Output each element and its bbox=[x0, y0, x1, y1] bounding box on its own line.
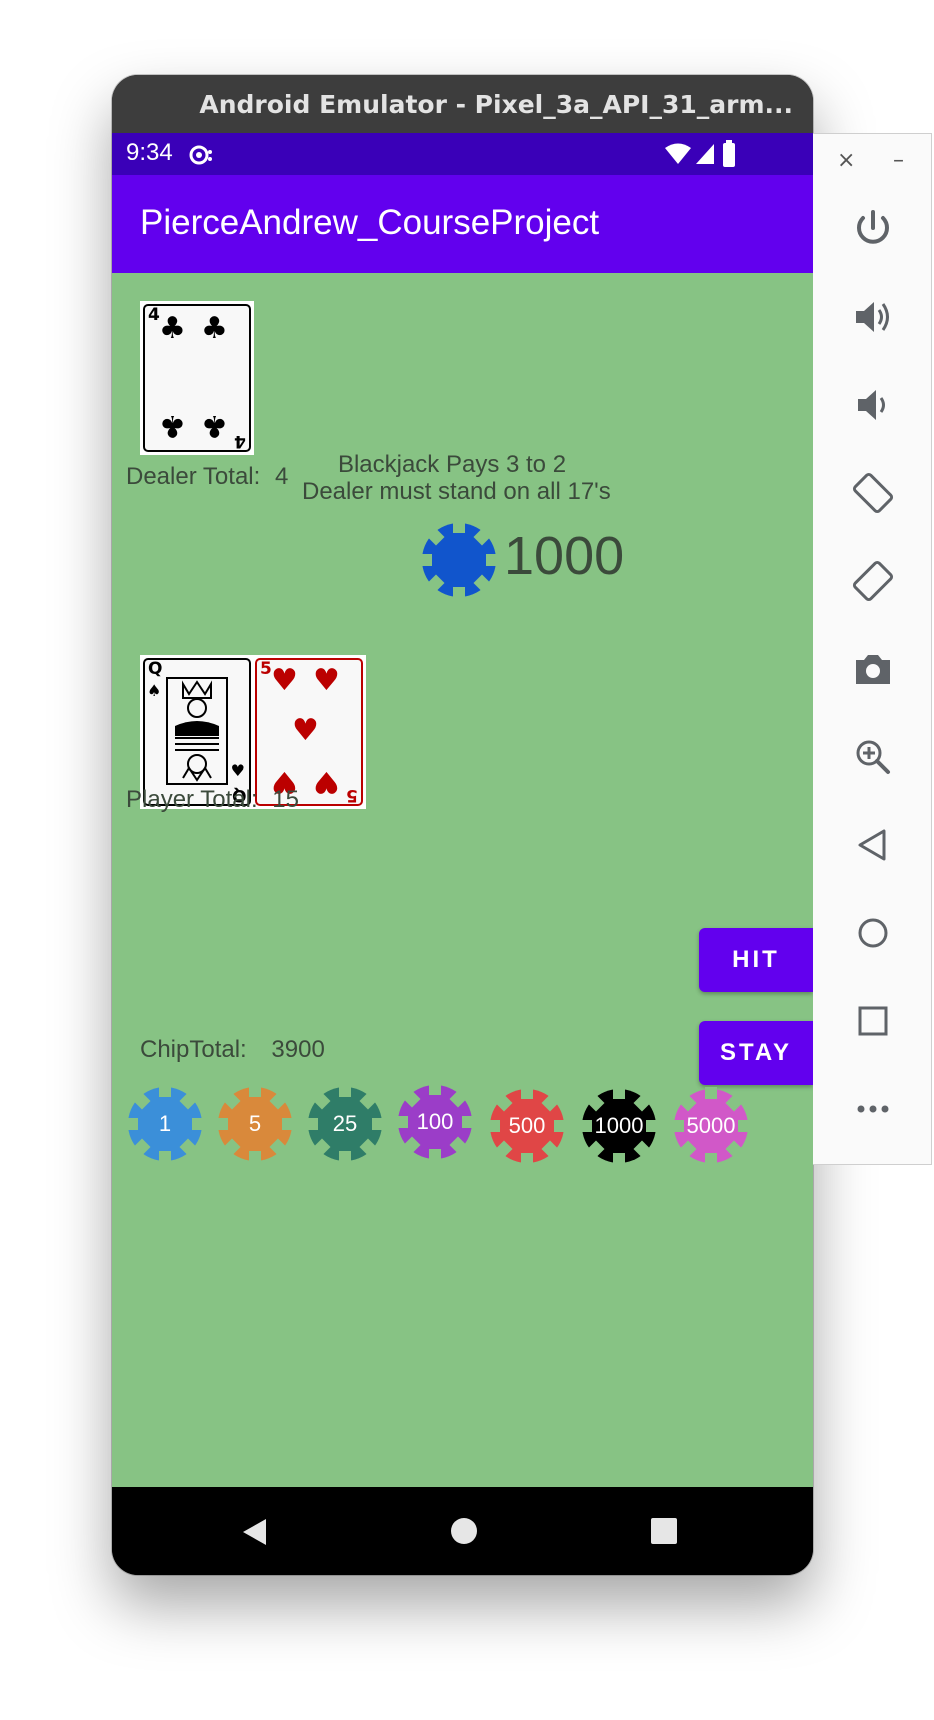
chip-25-button[interactable]: 25 bbox=[306, 1085, 384, 1163]
cellular-signal-icon bbox=[696, 144, 714, 164]
chip-total-label: ChipTotal: bbox=[140, 1036, 247, 1063]
navigation-bar bbox=[112, 1487, 813, 1575]
chip-value: 500 bbox=[508, 1113, 546, 1138]
rules-line-1: Blackjack Pays 3 to 2 bbox=[337, 451, 567, 478]
power-icon[interactable] bbox=[848, 204, 898, 254]
chip-total-value: 3900 bbox=[271, 1036, 325, 1063]
chip-value: 5 bbox=[248, 1111, 262, 1136]
queen-face-icon bbox=[166, 677, 228, 785]
window-title: Android Emulator - Pixel_3a_API_31_arm..… bbox=[199, 89, 793, 119]
close-toolbar-icon[interactable]: × bbox=[837, 148, 855, 173]
card-rank: 5 bbox=[346, 785, 358, 805]
app-title: PierceAndrew_CourseProject bbox=[140, 203, 600, 242]
chip-value: 1000 bbox=[594, 1113, 644, 1138]
status-time: 9:34 bbox=[126, 139, 173, 166]
chip-1000-button[interactable]: 1000 bbox=[580, 1087, 658, 1165]
camera-icon[interactable] bbox=[848, 644, 898, 694]
chip-1-button[interactable]: 1 bbox=[126, 1085, 204, 1163]
volume-down-icon[interactable] bbox=[848, 380, 898, 430]
dealer-total-value: 4 bbox=[274, 463, 289, 490]
zoom-icon[interactable] bbox=[848, 732, 898, 782]
chip-5-button[interactable]: 5 bbox=[216, 1085, 294, 1163]
nav-home-icon[interactable] bbox=[450, 1517, 478, 1545]
bet-chip-icon bbox=[420, 521, 498, 599]
overview-icon[interactable] bbox=[848, 996, 898, 1046]
emulator-window: Android Emulator - Pixel_3a_API_31_arm..… bbox=[112, 75, 813, 1575]
spade-icon: ♠ bbox=[147, 681, 162, 700]
home-icon[interactable] bbox=[848, 908, 898, 958]
settings-notification-icon bbox=[189, 145, 212, 165]
wifi-icon bbox=[665, 143, 691, 164]
dealer-total: Dealer Total: 4 bbox=[126, 463, 288, 491]
heart-icon: ♥ bbox=[313, 663, 340, 698]
club-icon: ♣ bbox=[159, 311, 186, 346]
rules-line-2: Dealer must stand on all 17's bbox=[302, 478, 611, 505]
more-icon[interactable] bbox=[848, 1084, 898, 1134]
player-total: Player Total: 15 bbox=[126, 786, 299, 814]
heart-icon: ♥ bbox=[230, 761, 245, 780]
chip-value: 5000 bbox=[686, 1113, 736, 1138]
stay-button[interactable]: STAY bbox=[699, 1021, 813, 1085]
chip-500-button[interactable]: 500 bbox=[488, 1087, 566, 1165]
chip-100-button[interactable]: 100 bbox=[396, 1083, 474, 1161]
app-bar: PierceAndrew_CourseProject bbox=[112, 175, 813, 273]
heart-icon: ♥ bbox=[271, 663, 298, 698]
player-total-value: 15 bbox=[272, 786, 299, 813]
club-icon: ♣ bbox=[201, 408, 228, 443]
rotate-left-icon[interactable] bbox=[848, 468, 898, 518]
chip-total: ChipTotal: 3900 bbox=[140, 1036, 325, 1064]
minimize-toolbar-icon[interactable]: – bbox=[893, 148, 904, 173]
hit-button[interactable]: HIT bbox=[699, 928, 813, 992]
bet-amount: 1000 bbox=[504, 526, 625, 586]
nav-overview-icon[interactable] bbox=[650, 1517, 678, 1545]
dealer-total-label: Dealer Total: bbox=[126, 463, 261, 490]
club-icon: ♣ bbox=[201, 311, 228, 346]
chip-value: 25 bbox=[332, 1111, 358, 1136]
volume-up-icon[interactable] bbox=[848, 292, 898, 342]
back-icon[interactable] bbox=[848, 820, 898, 870]
status-bar: 9:34 bbox=[112, 133, 813, 175]
chip-value: 1 bbox=[158, 1111, 172, 1136]
card-rank: 4 bbox=[234, 431, 246, 451]
rotate-right-icon[interactable] bbox=[848, 556, 898, 606]
heart-icon: ♥ bbox=[292, 713, 319, 748]
battery-icon bbox=[723, 140, 735, 167]
game-table: 4 4 ♣ ♣ ♣ ♣ Dealer Total: 4 Blackjack Pa… bbox=[112, 273, 813, 1487]
player-total-label: Player Total: bbox=[126, 786, 258, 813]
dealer-card: 4 4 ♣ ♣ ♣ ♣ bbox=[140, 301, 254, 455]
window-titlebar[interactable]: Android Emulator - Pixel_3a_API_31_arm..… bbox=[112, 75, 813, 133]
chip-5000-button[interactable]: 5000 bbox=[672, 1087, 750, 1165]
heart-icon: ♥ bbox=[313, 764, 340, 799]
emulator-toolbar: × – bbox=[813, 133, 932, 1165]
rules-text: Blackjack Pays 3 to 2 Dealer must stand … bbox=[302, 451, 611, 505]
club-icon: ♣ bbox=[159, 408, 186, 443]
nav-back-icon[interactable] bbox=[240, 1517, 268, 1547]
chip-value: 100 bbox=[416, 1109, 454, 1134]
